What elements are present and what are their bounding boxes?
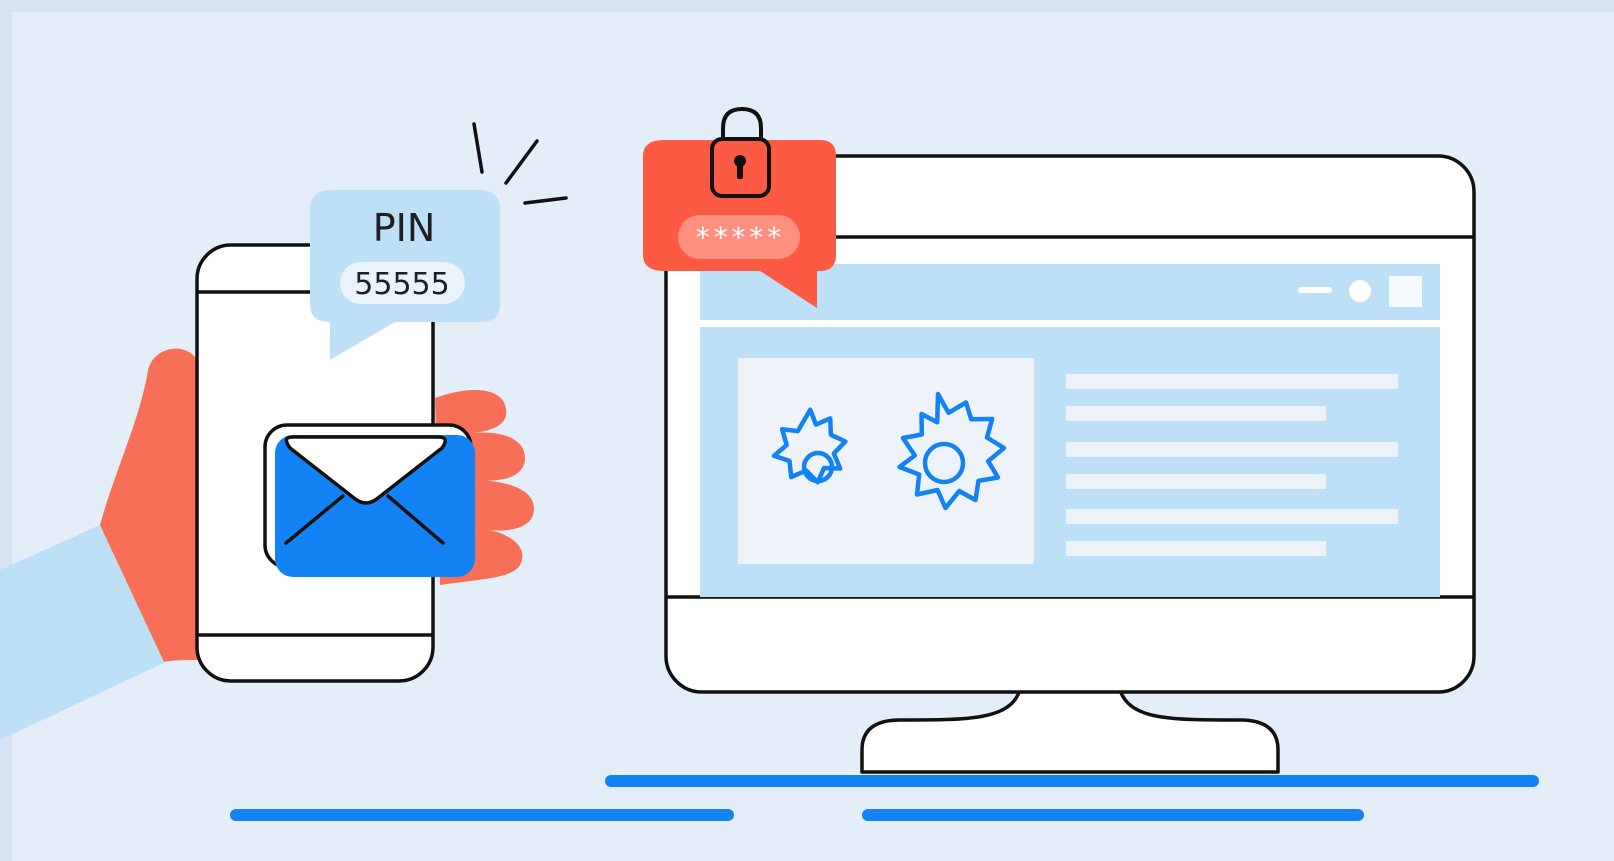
pin-title: PIN — [373, 206, 436, 250]
text-line — [1066, 406, 1326, 421]
minimize-icon — [1298, 287, 1332, 293]
text-line — [1066, 509, 1398, 524]
text-line — [1066, 374, 1398, 389]
text-line — [1066, 541, 1326, 556]
illustration-canvas: ***** PIN 55555 — [0, 0, 1614, 861]
two-factor-authentication-illustration: ***** PIN 55555 — [0, 0, 1614, 861]
maximize-icon — [1349, 280, 1371, 302]
text-line — [1066, 474, 1326, 489]
text-line — [1066, 442, 1398, 457]
envelope-icon — [263, 423, 475, 577]
close-icon — [1389, 276, 1422, 307]
app-window — [700, 264, 1440, 597]
pin-code: 55555 — [354, 267, 449, 302]
password-mask: ***** — [694, 221, 783, 254]
